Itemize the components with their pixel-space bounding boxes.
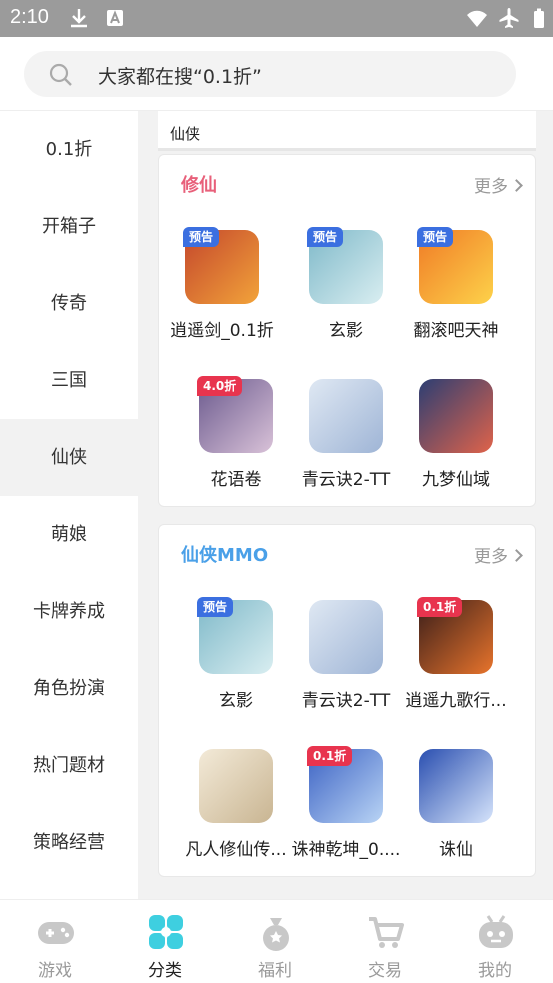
cart-icon: [369, 917, 404, 948]
game-icon: [419, 749, 493, 823]
tab-trade[interactable]: 交易: [330, 900, 440, 983]
tab-label: 交易: [368, 961, 402, 981]
game-tile[interactable]: 预告 玄影: [175, 597, 297, 715]
sidebar-item-label: 热门题材: [33, 755, 105, 776]
sidebar-item-label: 仙侠: [51, 447, 87, 468]
sidebar-item-chuanqi[interactable]: 传奇: [0, 265, 138, 342]
sidebar-item-label: 萌娘: [51, 524, 87, 545]
gamepad-icon: [38, 922, 74, 944]
game-name: 青云诀2-TT: [301, 691, 391, 711]
search-header: 大家都在搜“0.1折”: [0, 37, 553, 111]
game-badge: 预告: [183, 227, 220, 247]
sidebar-item-sanguo[interactable]: 三国: [0, 342, 138, 419]
breadcrumb: 仙侠: [158, 111, 536, 151]
sidebar-item-celue[interactable]: 策略经营: [0, 804, 138, 881]
notification-a-icon: [107, 10, 123, 26]
tab-category[interactable]: 分类: [110, 900, 220, 983]
sidebar-item-label: 三国: [51, 370, 87, 391]
section-card-xiuxian: 修仙 更多 预告 逍遥剑_0.1折 预告 玄影 预告 翻滚吧天神 4.0折 花语…: [158, 154, 536, 507]
game-tile[interactable]: 0.1折 逍遥九歌行...: [395, 597, 517, 715]
game-name: 翻滚吧天神: [413, 321, 499, 341]
gift-bag-icon: [263, 918, 289, 951]
game-name: 诛仙: [439, 840, 473, 860]
breadcrumb-label: 仙侠: [170, 125, 201, 143]
tab-label: 分类: [148, 961, 182, 981]
download-icon: [71, 9, 87, 28]
game-icon: [309, 379, 383, 453]
game-name: 花语卷: [210, 470, 262, 490]
airplane-icon: [499, 8, 519, 28]
tab-mine[interactable]: 我的: [440, 900, 550, 983]
sidebar-item-kapai[interactable]: 卡牌养成: [0, 573, 138, 650]
profile-robot-icon: [479, 915, 513, 948]
sidebar-item-remen[interactable]: 热门题材: [0, 727, 138, 804]
game-icon: [419, 379, 493, 453]
game-tile[interactable]: 诛仙: [395, 749, 517, 864]
section-title: 修仙: [181, 175, 217, 196]
sidebar-item-0.1zhe[interactable]: 0.1折: [0, 111, 138, 188]
sidebar-item-xianxia[interactable]: 仙侠: [0, 419, 138, 496]
sidebar-item-label: 开箱子: [42, 216, 96, 237]
game-tile[interactable]: 预告 逍遥剑_0.1折: [161, 227, 283, 345]
sidebar-item-label: 角色扮演: [33, 678, 105, 699]
chevron-right-icon: [510, 179, 523, 192]
game-tile[interactable]: 4.0折 花语卷: [175, 376, 297, 494]
sidebar-item-label: 策略经营: [33, 832, 105, 853]
search-bar[interactable]: 大家都在搜“0.1折”: [24, 51, 516, 97]
sidebar-item-label: 0.1折: [45, 139, 93, 160]
game-badge: 预告: [417, 227, 454, 247]
game-tile[interactable]: 凡人修仙传...: [175, 749, 297, 864]
sidebar-item-juese[interactable]: 角色扮演: [0, 650, 138, 727]
battery-icon: [534, 8, 544, 28]
sidebar-item-mengniang[interactable]: 萌娘: [0, 496, 138, 573]
tab-games[interactable]: 游戏: [0, 900, 110, 983]
section-card-xianxia-mmo: 仙侠MMO 更多 预告 玄影 青云诀2-TT 0.1折 逍遥九歌行... 凡人修…: [158, 524, 536, 877]
game-tile[interactable]: 0.1折 诛神乾坤_0....: [285, 746, 407, 864]
chevron-right-icon: [510, 549, 523, 562]
game-name: 逍遥九歌行...: [405, 691, 507, 711]
more-label: 更多: [474, 547, 508, 567]
category-sidebar: 0.1折 开箱子 传奇 三国 仙侠 萌娘 卡牌养成 角色扮演 热门题材 策略经营: [0, 111, 138, 899]
game-name: 凡人修仙传...: [185, 840, 287, 860]
category-icon: [149, 915, 183, 949]
game-badge: 0.1折: [307, 746, 353, 766]
game-tile[interactable]: 九梦仙域: [395, 379, 517, 494]
game-icon: [309, 600, 383, 674]
status-time: 2:10: [10, 6, 49, 28]
status-bar: 2:10: [0, 0, 553, 37]
category-content: 仙侠 修仙 更多 预告 逍遥剑_0.1折 预告 玄影 预告 翻滚吧天神 4.0折…: [138, 111, 553, 899]
wifi-icon: [467, 10, 487, 27]
tab-label: 我的: [478, 961, 512, 981]
sidebar-item-label: 传奇: [51, 293, 87, 314]
game-badge: 预告: [197, 597, 234, 617]
sidebar-item-label: 卡牌养成: [33, 601, 105, 622]
section-title: 仙侠MMO: [181, 545, 269, 566]
game-name: 诛神乾坤_0....: [291, 840, 401, 860]
search-placeholder: 大家都在搜“0.1折”: [98, 66, 262, 88]
game-icon: [199, 749, 273, 823]
game-badge: 预告: [307, 227, 344, 247]
game-tile[interactable]: 青云诀2-TT: [285, 600, 407, 715]
tab-label: 福利: [258, 961, 292, 981]
game-name: 青云诀2-TT: [301, 470, 391, 490]
sidebar-item-kaixiangzi[interactable]: 开箱子: [0, 188, 138, 265]
game-name: 逍遥剑_0.1折: [170, 321, 274, 341]
search-icon: [49, 63, 72, 86]
game-tile[interactable]: 青云诀2-TT: [285, 379, 407, 494]
game-name: 九梦仙域: [422, 470, 490, 490]
game-name: 玄影: [219, 691, 253, 711]
more-link[interactable]: 更多: [474, 542, 523, 567]
game-badge: 0.1折: [417, 597, 463, 617]
game-tile[interactable]: 预告 玄影: [285, 227, 407, 345]
bottom-nav: 游戏 分类 福利 交易 我的: [0, 899, 553, 983]
more-label: 更多: [474, 177, 508, 197]
more-link[interactable]: 更多: [474, 172, 523, 197]
tab-label: 游戏: [38, 961, 72, 981]
game-tile[interactable]: 预告 翻滚吧天神: [395, 227, 517, 345]
game-name: 玄影: [329, 321, 363, 341]
tab-welfare[interactable]: 福利: [220, 900, 330, 983]
game-badge: 4.0折: [197, 376, 243, 396]
